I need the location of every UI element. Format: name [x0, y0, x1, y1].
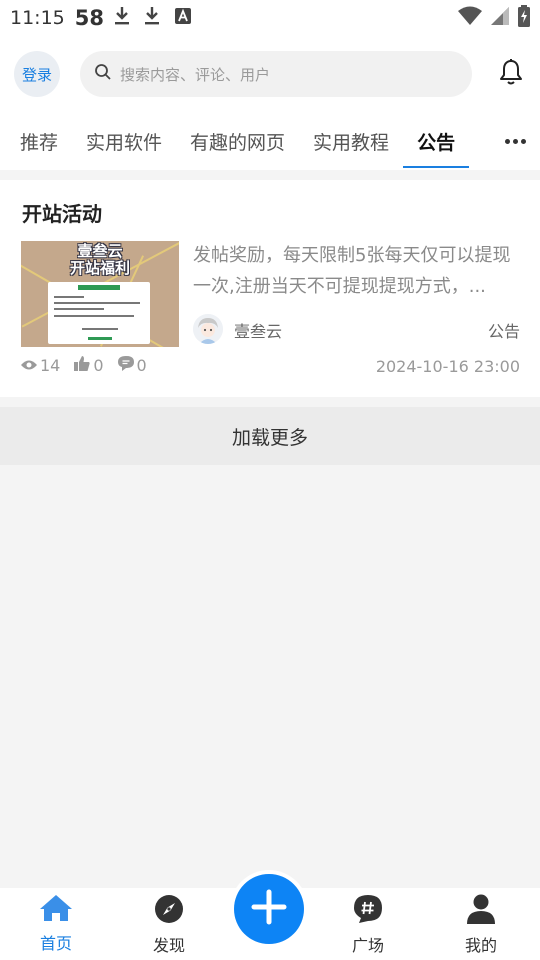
author-avatar[interactable]	[193, 314, 223, 344]
notification-bell-button[interactable]	[496, 59, 526, 89]
bell-icon	[499, 58, 523, 90]
category-tabs: 推荐 实用软件 有趣的网页 实用教程 公告	[0, 112, 540, 170]
hashtag-chat-icon	[353, 894, 383, 928]
search-bar[interactable]: 搜索内容、评论、用户	[80, 51, 472, 97]
user-icon	[467, 894, 495, 928]
thumb-panel	[48, 282, 150, 344]
comment-icon	[117, 356, 134, 375]
thumbs-up-icon	[74, 356, 91, 375]
load-more-button[interactable]: 加载更多	[0, 407, 540, 465]
post-title[interactable]: 开站活动	[22, 198, 102, 227]
tab-software[interactable]: 实用软件	[72, 112, 176, 170]
status-badge: 58	[74, 6, 104, 30]
thumb-panel-line	[54, 296, 84, 298]
post-thumbnail[interactable]: 壹叁云 开站福利	[21, 241, 179, 347]
post-excerpt[interactable]: 发帖奖励，每天限制5张每天仅可以提现一次,注册当天不可提现提现方式，...	[193, 240, 523, 302]
more-dots-icon	[505, 138, 510, 144]
comments-count: 0	[136, 356, 147, 375]
nav-discover-label: 发现	[152, 936, 185, 955]
views-stat: 14	[21, 356, 60, 375]
thumb-panel-line	[54, 315, 134, 317]
post-category[interactable]: 公告	[488, 318, 520, 342]
thumb-panel-bar	[78, 285, 120, 290]
tab-recommend[interactable]: 推荐	[6, 112, 72, 170]
download-icon	[144, 6, 160, 30]
login-button[interactable]: 登录	[14, 51, 60, 97]
plus-icon	[251, 889, 287, 929]
nav-square[interactable]: 广场	[328, 894, 408, 956]
signal-icon	[490, 6, 510, 30]
battery-icon	[518, 5, 530, 31]
a-box-icon	[174, 7, 192, 29]
top-header: 登录 搜索内容、评论、用户	[0, 36, 540, 112]
post-date: 2024-10-16 23:00	[375, 357, 520, 376]
thumbnail-text: 壹叁云 开站福利	[69, 242, 130, 277]
thumbnail-heading: 壹叁云 开站福利	[21, 243, 179, 277]
download-icon	[114, 6, 130, 30]
wifi-icon	[458, 6, 482, 30]
thumb-panel-line	[82, 328, 118, 330]
nav-profile[interactable]: 我的	[441, 894, 521, 956]
nav-home[interactable]: 首页	[16, 894, 96, 954]
post-card[interactable]: 开站活动 壹叁云 开站福利 发帖奖励，每天限制5张每天仅可以提现一次,注册当天不…	[0, 180, 540, 397]
search-placeholder: 搜索内容、评论、用户	[120, 65, 271, 84]
search-icon	[94, 63, 112, 85]
more-dot	[513, 138, 518, 144]
create-post-button[interactable]	[234, 874, 304, 944]
comments-stat[interactable]: 0	[117, 356, 147, 375]
more-dot	[521, 138, 526, 144]
views-count: 14	[40, 356, 61, 375]
eye-icon	[21, 356, 37, 375]
likes-count: 0	[93, 356, 104, 375]
status-bar: 11:15 58	[0, 0, 540, 36]
home-icon	[39, 894, 73, 926]
tab-announcements[interactable]: 公告	[403, 112, 470, 170]
nav-home-label: 首页	[39, 934, 72, 953]
post-stats: 14 0 0	[21, 356, 161, 375]
more-tabs-button[interactable]	[505, 138, 526, 144]
tab-fun-webpages[interactable]: 有趣的网页	[176, 112, 299, 170]
thumb-panel-line	[54, 302, 140, 304]
status-left-icons	[114, 6, 192, 30]
status-time: 11:15	[10, 7, 65, 29]
nav-discover[interactable]: 发现	[129, 894, 209, 956]
nav-profile-label: 我的	[464, 936, 497, 955]
nav-square-label: 广场	[351, 936, 384, 955]
tab-tutorials[interactable]: 实用教程	[299, 112, 403, 170]
compass-icon	[154, 894, 184, 928]
status-right-icons	[458, 5, 530, 31]
likes-stat[interactable]: 0	[74, 356, 104, 375]
thumb-panel-foot	[88, 337, 112, 340]
author-name[interactable]: 壹叁云	[234, 318, 282, 342]
thumb-panel-line	[54, 308, 104, 310]
